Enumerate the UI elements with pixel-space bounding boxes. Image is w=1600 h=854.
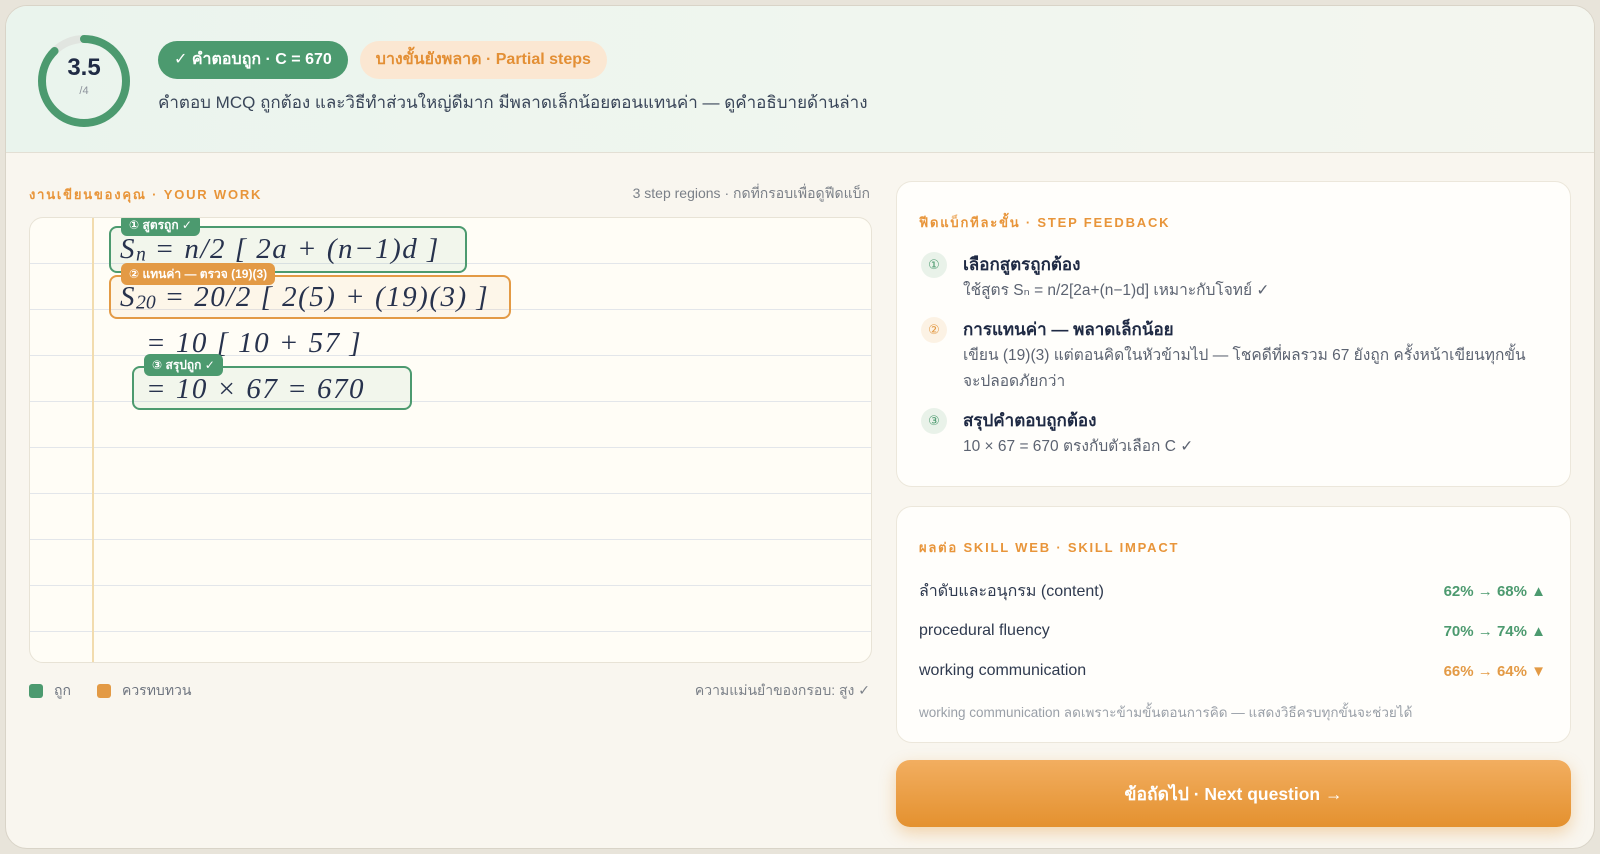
skill-name: procedural fluency: [919, 622, 1050, 639]
skill-name: ลำดับและอนุกรม (content): [919, 582, 1105, 600]
correct-answer-badge: ✓ คำตอบถูก · C = 670: [158, 41, 348, 79]
skill-name: working communication: [919, 662, 1087, 679]
step-text: เลือกสูตรถูกต้อง ใช้สูตร Sₙ = n/2[2a+(n−…: [963, 254, 1269, 304]
step-region-tag-1[interactable]: ① สูตรถูก ✓: [121, 218, 200, 236]
step-region-tag-3[interactable]: ③ สรุปถูก ✓: [144, 354, 223, 376]
score-ring: 3.5 /4: [37, 34, 131, 128]
skill-impact-note: working communication ลดเพราะข้ามขั้นตอน…: [919, 705, 1413, 720]
skill-row: ลำดับและอนุกรม (content) 62% → 68% ▲: [919, 571, 1546, 611]
legend-review-label: ควรทบทวน: [121, 682, 192, 698]
next-question-button[interactable]: ข้อถัดไป · Next question →: [896, 760, 1571, 827]
legend-correct-swatch: [29, 684, 43, 698]
step-text: การแทนค่า — พลาดเล็กน้อย เขียน (19)(3) แ…: [963, 319, 1546, 395]
step-region-tag-2[interactable]: ② แทนค่า — ตรวจ (19)(3): [121, 263, 276, 285]
skill-impact-label: ผลต่อ SKILL WEB · SKILL IMPACT: [919, 540, 1180, 555]
step-text: สรุปคำตอบถูกต้อง 10 × 67 = 670 ตรงกับตัว…: [963, 410, 1193, 460]
work-line-symbol: S: [120, 233, 136, 265]
partial-steps-badge: บางขั้นยังพลาด · Partial steps: [359, 41, 607, 79]
step-description: 10 × 67 = 670 ตรงกับตัวเลือก C ✓: [963, 438, 1194, 455]
score-value: 3.5: [67, 54, 101, 81]
legend-correct-label: ถูก: [54, 682, 71, 698]
work-line-expression: = n/2 [ 2a + (n−1)d ]: [145, 233, 440, 265]
work-line-symbol: S: [120, 281, 136, 313]
feedback-step-3: ③ สรุปคำตอบถูกต้อง 10 × 67 = 670 ตรงกับต…: [921, 408, 1546, 460]
step-title: เลือกสูตรถูกต้อง: [963, 255, 1081, 274]
result-summary: คำตอบ MCQ ถูกต้อง และวิธีทำส่วนใหญ่ดีมาก…: [158, 93, 868, 112]
step-title: การแทนค่า — พลาดเล็กน้อย: [963, 320, 1174, 339]
step-description: เขียน (19)(3) แต่ตอนคิดในหัวข้ามไป — โชค…: [963, 347, 1526, 390]
work-line-expression: = 20/2 [ 2(5) + (19)(3) ]: [155, 281, 490, 313]
skill-change: 62% → 68% ▲: [1443, 582, 1546, 600]
step-feedback-list: ① เลือกสูตรถูกต้อง ใช้สูตร Sₙ = n/2[2a+(…: [921, 252, 1546, 460]
region-legend: ถูก ควรทบทวน: [29, 680, 217, 702]
skill-row: procedural fluency 70% → 74% ▲: [919, 611, 1546, 651]
your-work-hint: 3 step regions · กดที่กรอบเพื่อดูฟีดแบ็ก: [632, 185, 870, 201]
step-number-badge: ①: [921, 252, 947, 278]
score-max: /4: [79, 85, 89, 97]
skill-change: 70% → 74% ▲: [1443, 622, 1546, 640]
your-work-label: งานเขียนของคุณ · YOUR WORK: [29, 187, 263, 202]
result-header: 3.5 /4 ✓ คำตอบถูก · C = 670 บางขั้นยังพล…: [6, 6, 1594, 153]
skill-change: 66% → 64% ▼: [1443, 662, 1546, 680]
step-number-badge: ②: [921, 317, 947, 343]
work-line-subscript: 20: [136, 291, 156, 314]
step-title: สรุปคำตอบถูกต้อง: [963, 411, 1097, 430]
legend-review-swatch: [96, 684, 111, 698]
step-number-badge: ③: [921, 408, 947, 434]
step-feedback-label: ฟีดแบ็กทีละขั้น · STEP FEEDBACK: [919, 215, 1171, 230]
skill-impact-list: ลำดับและอนุกรม (content) 62% → 68% ▲ pro…: [919, 571, 1546, 691]
score-ring-graphic: [38, 35, 130, 127]
feedback-step-2: ② การแทนค่า — พลาดเล็กน้อย เขียน (19)(3)…: [921, 317, 1546, 395]
skill-impact-card: ผลต่อ SKILL WEB · SKILL IMPACT ลำดับและอ…: [896, 506, 1571, 743]
step-feedback-card: ฟีดแบ็กทีละขั้น · STEP FEEDBACK ① เลือกส…: [896, 181, 1571, 487]
region-accuracy: ความแม่นยำของกรอบ: สูง ✓: [694, 682, 870, 698]
score-ring-progress: [38, 35, 130, 127]
step-description: ใช้สูตร Sₙ = n/2[2a+(n−1)d] เหมาะกับโจทย…: [963, 282, 1270, 299]
skill-row: working communication 66% → 64% ▼: [919, 651, 1546, 691]
work-notebook: Sn = n/2 [ 2a + (n−1)d ] S20 = 20/2 [ 2(…: [29, 217, 872, 663]
feedback-step-1: ① เลือกสูตรถูกต้อง ใช้สูตร Sₙ = n/2[2a+(…: [921, 252, 1546, 304]
notebook-margin-line: [92, 218, 94, 662]
result-card: 3.5 /4 ✓ คำตอบถูก · C = 670 บางขั้นยังพล…: [5, 5, 1595, 849]
result-badges: ✓ คำตอบถูก · C = 670 บางขั้นยังพลาด · Pa…: [158, 41, 607, 79]
